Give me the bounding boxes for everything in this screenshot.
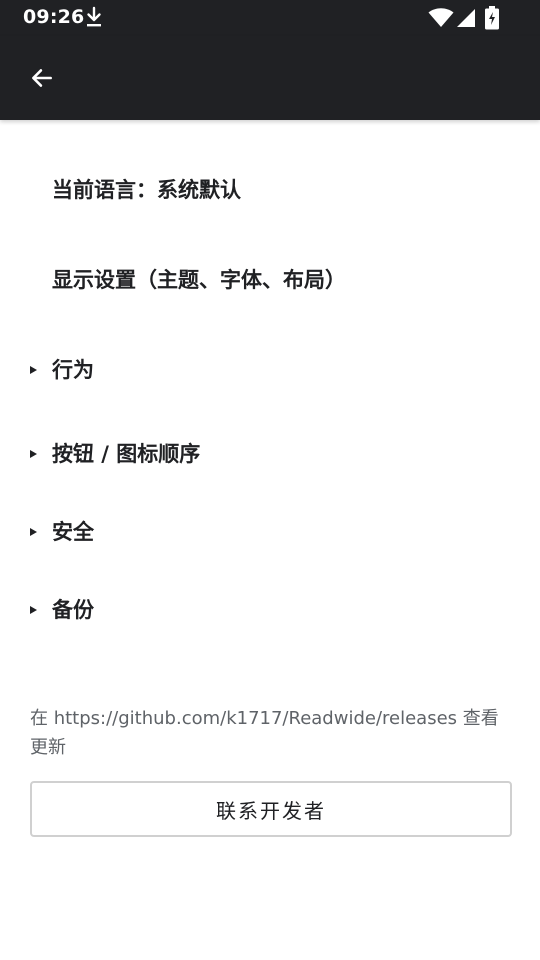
language-setting-label: 当前语言：系统默认 bbox=[52, 178, 241, 202]
section-security-label: 安全 bbox=[52, 520, 94, 544]
display-settings-label: 显示设置（主题、字体、布局） bbox=[52, 268, 346, 292]
expand-triangle-icon bbox=[30, 528, 37, 536]
back-button[interactable] bbox=[18, 54, 66, 102]
expand-triangle-icon bbox=[30, 450, 37, 458]
status-bar: 09:26 bbox=[0, 0, 540, 36]
section-behavior-label: 行为 bbox=[52, 358, 94, 382]
update-info-text: 在 https://github.com/k1717/Readwide/rele… bbox=[30, 708, 499, 758]
arrow-back-icon bbox=[32, 69, 52, 87]
status-time: 09:26 bbox=[23, 6, 85, 28]
expand-triangle-icon bbox=[30, 606, 37, 614]
app-bar bbox=[0, 36, 540, 120]
expand-triangle-icon bbox=[30, 366, 37, 374]
section-backup-label: 备份 bbox=[52, 598, 94, 622]
battery-charging-icon bbox=[485, 6, 499, 30]
contact-developer-button[interactable]: 联系开发者 bbox=[30, 781, 512, 837]
cellular-signal-icon bbox=[457, 9, 475, 27]
download-icon bbox=[87, 6, 101, 27]
wifi-icon bbox=[428, 8, 454, 27]
settings-screen: 09:26 当前语言：系统默认 显示设置（主题、字体、布局） 行为 按钮 / 图… bbox=[0, 0, 540, 960]
section-button-icon-order-label: 按钮 / 图标顺序 bbox=[52, 442, 201, 466]
